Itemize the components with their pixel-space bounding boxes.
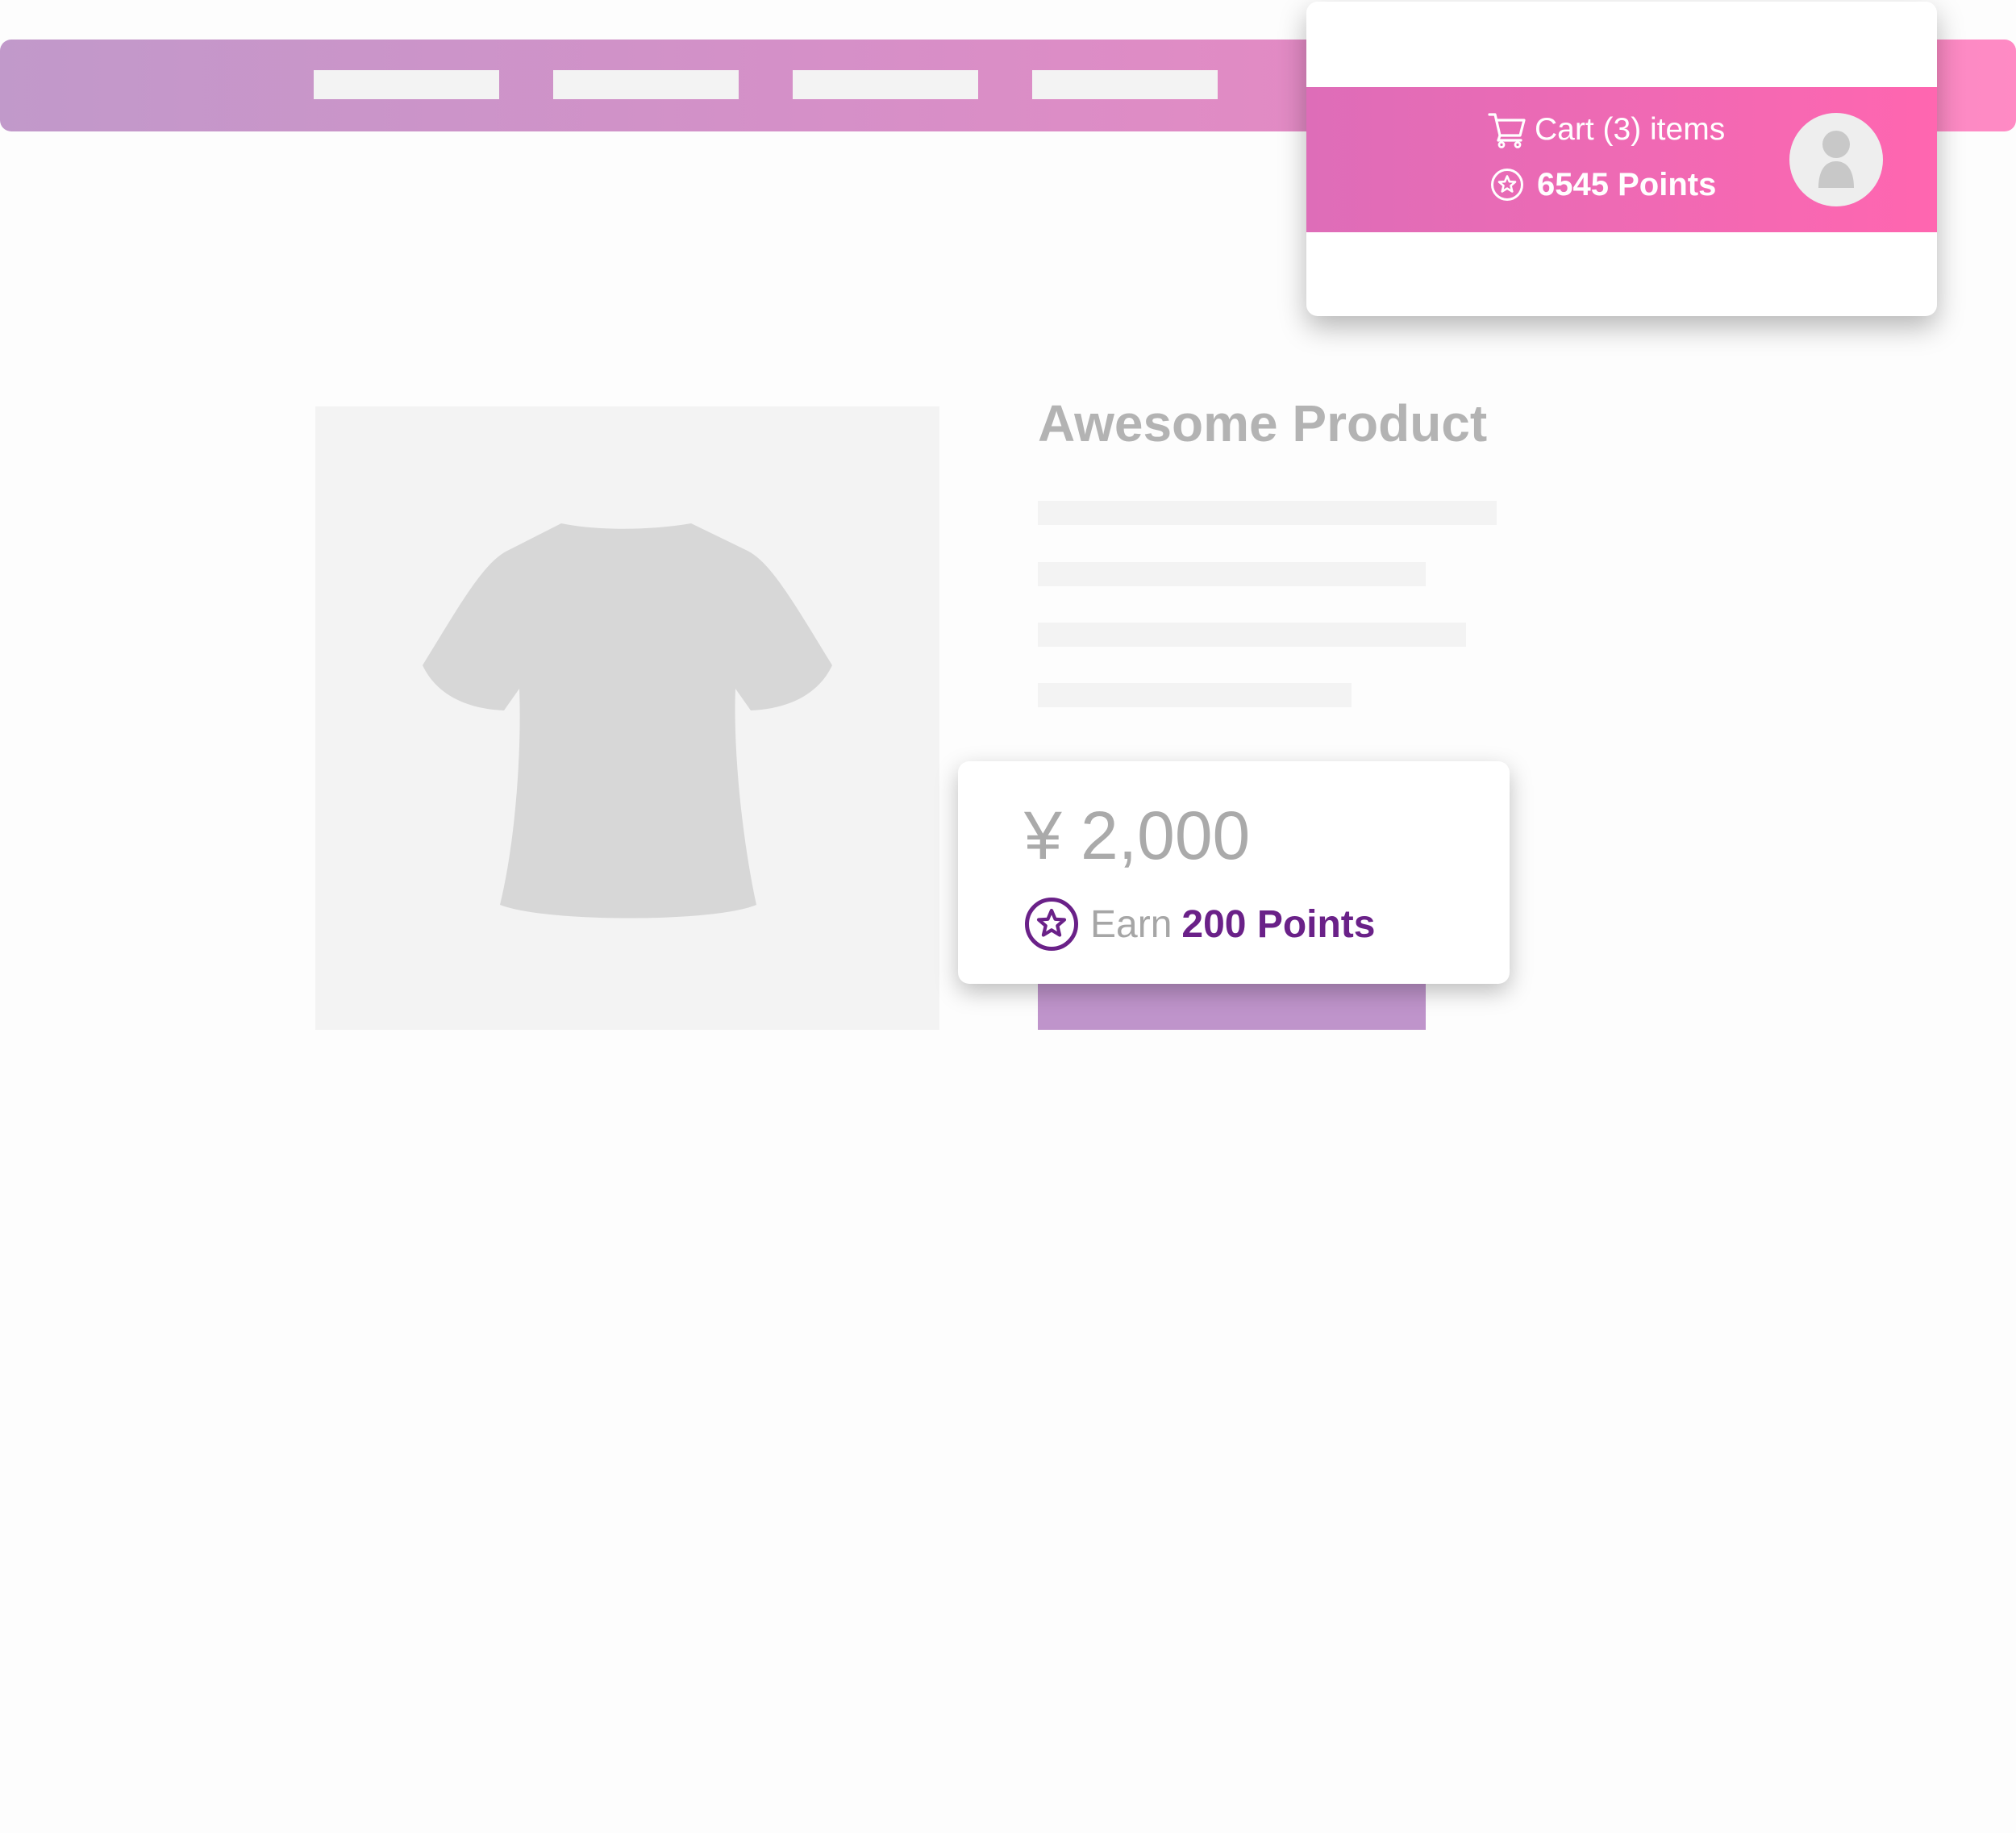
earn-label: Earn [1090, 902, 1173, 946]
star-badge-icon [1491, 169, 1523, 201]
nav-item-1[interactable] [314, 70, 499, 99]
user-avatar-icon [1818, 131, 1854, 188]
points-balance[interactable]: 6545 Points [1490, 162, 1716, 207]
price-card: ¥ 2,000 Earn 200 Points [958, 761, 1510, 984]
nav-item-3[interactable] [793, 70, 978, 99]
nav-item-4[interactable] [1032, 70, 1218, 99]
shopping-cart-icon [1488, 113, 1526, 148]
description-line [1038, 501, 1497, 525]
earn-points-row: Earn 200 Points [1024, 897, 1375, 952]
product-image [315, 406, 939, 1030]
earn-points-value: 200 Points [1181, 902, 1376, 946]
cart-link[interactable]: Cart (3) items [1488, 110, 1725, 150]
points-label: 6545 Points [1537, 166, 1717, 202]
user-avatar[interactable] [1789, 113, 1883, 206]
description-line [1038, 683, 1352, 707]
description-line [1038, 562, 1426, 586]
description-line [1038, 623, 1466, 647]
star-badge-icon [1025, 898, 1078, 951]
product-title: Awesome Product [1038, 394, 1488, 452]
t-shirt-icon [423, 523, 832, 919]
nav-item-2[interactable] [553, 70, 739, 99]
cart-label: Cart (3) items [1535, 112, 1726, 147]
account-band: Cart (3) items 6545 Points [1306, 87, 1937, 232]
product-price: ¥ 2,000 [1024, 798, 1251, 873]
account-popover: Cart (3) items 6545 Points [1306, 2, 1937, 316]
